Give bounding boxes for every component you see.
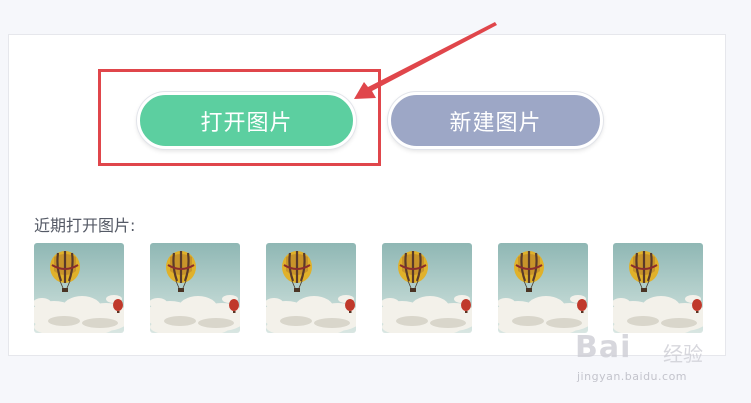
hot-air-balloon-image-icon[interactable]	[613, 243, 703, 333]
new-image-button[interactable]: 新建图片	[388, 92, 603, 149]
open-image-button[interactable]: 打开图片	[137, 92, 356, 149]
recent-images-label: 近期打开图片:	[34, 216, 136, 235]
hot-air-balloon-image-icon[interactable]	[266, 243, 356, 333]
hot-air-balloon-image-icon[interactable]	[150, 243, 240, 333]
hot-air-balloon-image-icon[interactable]	[382, 243, 472, 333]
hot-air-balloon-image-icon[interactable]	[498, 243, 588, 333]
hot-air-balloon-image-icon[interactable]	[34, 243, 124, 333]
watermark-url: jingyan.baidu.com	[577, 370, 688, 383]
